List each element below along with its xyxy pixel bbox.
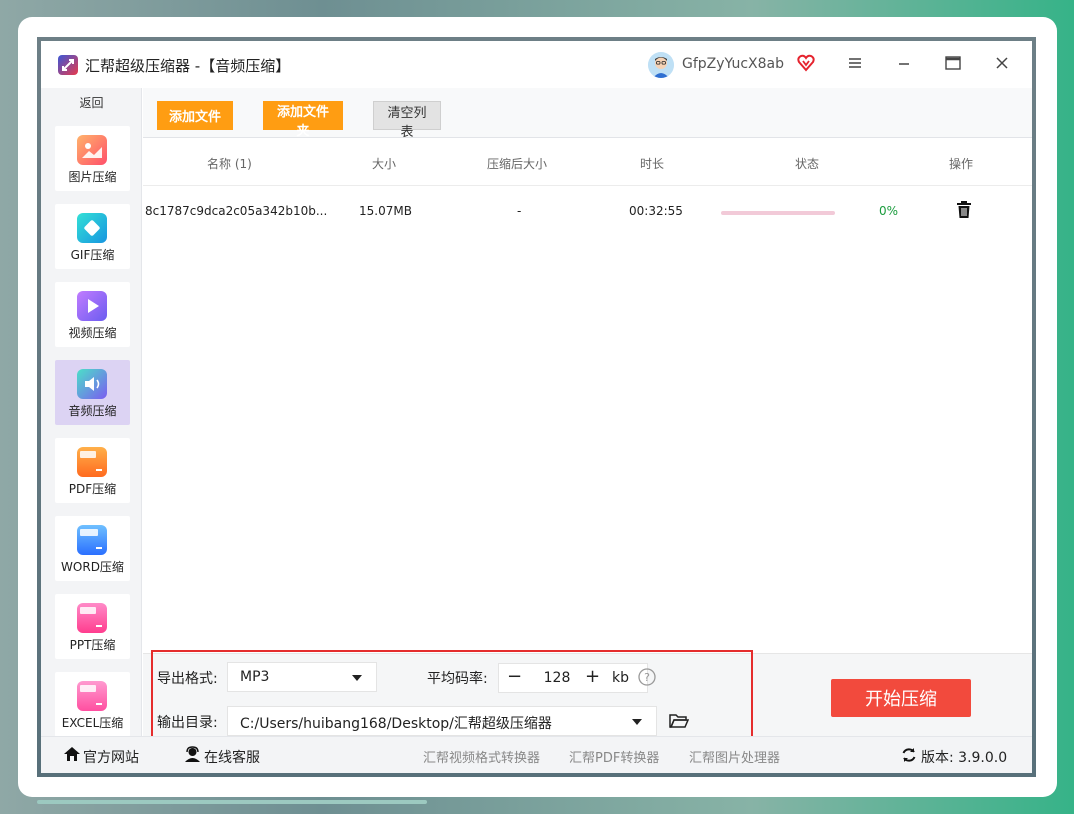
vip-heart-icon[interactable] [797, 54, 815, 76]
file-size: 15.07MB [359, 204, 412, 218]
gif-icon [77, 213, 107, 243]
table-row[interactable]: 8c1787c9dca2c05a342b10b... 15.07MB - 00:… [143, 187, 1032, 233]
menu-icon[interactable] [847, 55, 863, 75]
compressed-size: - [517, 204, 522, 218]
output-path: C:/Users/huibang168/Desktop/汇帮超级压缩器 [240, 716, 552, 732]
toolbar: 添加文件 添加文件夹 清空列表 [143, 88, 1032, 139]
increase-button[interactable]: + [585, 666, 600, 687]
help-icon[interactable]: ? [638, 668, 656, 690]
sidebar-item-pdf[interactable]: PDF压缩 [55, 438, 130, 503]
sidebar-item-word[interactable]: WORD压缩 [55, 516, 130, 581]
sidebar-item-label: 图片压缩 [68, 170, 117, 184]
file-duration: 00:32:55 [629, 204, 683, 218]
chevron-down-icon [632, 719, 642, 725]
app-logo-icon [58, 55, 78, 75]
progress-bar [721, 211, 835, 215]
column-header-status: 状态 [795, 157, 820, 171]
sidebar-item-label: 视频压缩 [68, 326, 117, 340]
sidebar-item-label: 音频压缩 [68, 404, 117, 418]
table-header: 名称 (1) 大小 压缩后大小 时长 状态 操作 [143, 139, 1032, 186]
file-name: 8c1787c9dca2c05a342b10b... [145, 204, 328, 218]
column-header-size[interactable]: 大小 [372, 155, 396, 172]
sidebar-item-label: GIF压缩 [70, 248, 115, 262]
output-directory-select[interactable]: C:/Users/huibang168/Desktop/汇帮超级压缩器 [227, 706, 657, 736]
link-pdf-converter[interactable]: 汇帮PDF转换器 [569, 747, 659, 766]
horizontal-scrollbar[interactable] [37, 800, 427, 804]
svg-text:?: ? [644, 671, 650, 684]
output-settings-panel: 导出格式: MP3 平均码率: − 128 + kb ? 输出目录: C:/Us… [143, 650, 1032, 747]
version-label: 版本: 3.9.0.0 [921, 750, 1008, 766]
clear-list-button[interactable]: 清空列表 [373, 101, 441, 139]
add-folder-button[interactable]: 添加文件夹 [263, 101, 343, 138]
sidebar-item-label: WORD压缩 [61, 560, 124, 574]
minimize-icon[interactable] [896, 55, 912, 75]
format-label: 导出格式: [157, 671, 218, 687]
sidebar-item-ppt[interactable]: PPT压缩 [55, 594, 130, 659]
online-support-link[interactable]: 在线客服 [204, 747, 260, 767]
sidebar-item-image[interactable]: 图片压缩 [55, 126, 130, 191]
chevron-down-icon [352, 675, 362, 681]
maximize-icon[interactable] [944, 55, 962, 75]
sidebar-item-video[interactable]: 视频压缩 [55, 282, 130, 347]
app-window: 汇帮超级压缩器 -【音频压缩】 GfpZyYucX8ab 返回 图片压缩 GIF… [37, 37, 1036, 777]
column-header-duration[interactable]: 时长 [640, 155, 664, 172]
sidebar-item-gif[interactable]: GIF压缩 [55, 204, 130, 269]
sidebar-item-label: EXCEL压缩 [61, 716, 124, 730]
sidebar-item-label: PPT压缩 [69, 638, 116, 652]
sidebar: 返回 图片压缩 GIF压缩 视频压缩 音频压缩 PDF压缩 WORD压缩 PPT… [41, 88, 142, 736]
sidebar-item-audio[interactable]: 音频压缩 [55, 360, 130, 425]
window-title: 汇帮超级压缩器 -【音频压缩】 [85, 57, 291, 75]
column-header-action: 操作 [949, 157, 974, 171]
add-file-button[interactable]: 添加文件 [157, 101, 233, 130]
output-label: 输出目录: [157, 715, 218, 731]
support-agent-icon [184, 746, 201, 767]
sidebar-item-label: PDF压缩 [68, 482, 117, 496]
bitrate-value[interactable]: 128 [535, 670, 579, 686]
username[interactable]: GfpZyYucX8ab [682, 56, 784, 72]
progress-percent: 0% [879, 204, 899, 218]
pdf-file-icon [77, 447, 107, 477]
column-header-name[interactable]: 名称 (1) [207, 155, 252, 172]
refresh-icon[interactable] [901, 747, 917, 767]
bitrate-unit: kb [612, 670, 629, 686]
format-select[interactable]: MP3 [227, 662, 377, 692]
link-image-processor[interactable]: 汇帮图片处理器 [689, 747, 780, 766]
column-header-compressed-size[interactable]: 压缩后大小 [487, 155, 547, 172]
video-play-icon [77, 291, 107, 321]
bitrate-label: 平均码率: [427, 671, 488, 687]
format-value: MP3 [240, 669, 270, 685]
excel-file-icon [77, 681, 107, 711]
bitrate-stepper: − 128 + kb [498, 663, 648, 693]
word-file-icon [77, 525, 107, 555]
sidebar-item-excel[interactable]: EXCEL压缩 [55, 672, 130, 736]
audio-speaker-icon [77, 369, 107, 399]
open-folder-icon[interactable] [669, 712, 690, 734]
image-icon [77, 135, 107, 165]
link-video-converter[interactable]: 汇帮视频格式转换器 [423, 747, 540, 766]
official-website-link[interactable]: 官方网站 [83, 747, 139, 767]
status-bar: 官方网站 在线客服 汇帮视频格式转换器 汇帮PDF转换器 汇帮图片处理器 版本:… [41, 736, 1032, 773]
user-avatar-icon[interactable] [648, 52, 674, 78]
close-icon[interactable] [994, 55, 1010, 75]
delete-trash-icon[interactable] [956, 201, 972, 223]
decrease-button[interactable]: − [507, 666, 522, 687]
back-button[interactable]: 返回 [41, 94, 141, 111]
title-bar: 汇帮超级压缩器 -【音频压缩】 GfpZyYucX8ab [41, 41, 1032, 88]
start-compress-button[interactable]: 开始压缩 [831, 679, 971, 717]
app-body: 汇帮超级压缩器 -【音频压缩】 GfpZyYucX8ab 返回 图片压缩 GIF… [41, 41, 1032, 773]
ppt-file-icon [77, 603, 107, 633]
home-icon [63, 745, 81, 767]
